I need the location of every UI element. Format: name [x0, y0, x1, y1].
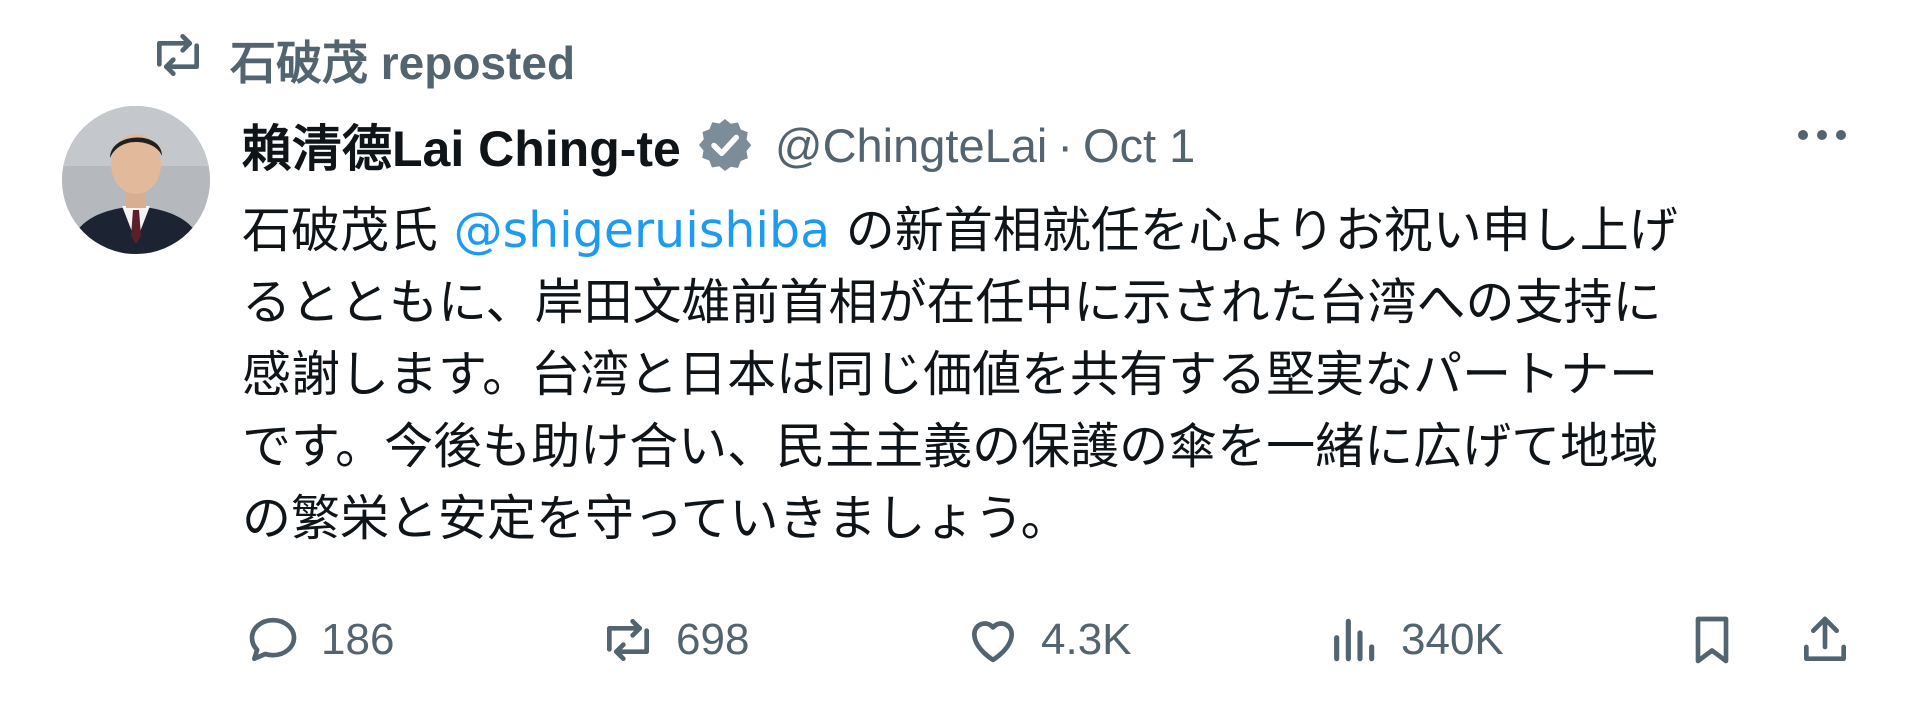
share-button[interactable]	[1797, 600, 1853, 680]
tweet-text-line-4: です。今後も助け合い、民主主義の保護の傘を一緒に広げて地域	[242, 418, 1659, 475]
tweet-card[interactable]: 石破茂 reposted 賴清德Lai Ching-te @ChingteLai…	[0, 0, 1920, 715]
reply-icon	[249, 617, 297, 661]
verified-badge-icon	[698, 119, 752, 171]
like-count: 4.3K	[1041, 615, 1132, 664]
avatar[interactable]	[62, 106, 210, 254]
tweet-text-line-5: の繁栄と安定を守っていきましょう。	[242, 490, 1070, 547]
repost-button[interactable]: 698	[600, 600, 749, 680]
reply-count: 186	[321, 615, 395, 664]
bookmark-button[interactable]	[1684, 600, 1740, 680]
like-button[interactable]: 4.3K	[965, 600, 1132, 680]
tweet-text-line-1: 石破茂氏 @shigeruishiba の新首相就任を心よりお祝い申し上げ	[242, 202, 1678, 259]
tweet-text-line-3: 感謝します。台湾と日本は同じ価値を共有する堅実なパートナー	[242, 346, 1659, 403]
action-bar: 186 698 4.3K 340K	[0, 600, 1920, 680]
views-button[interactable]: 340K	[1325, 600, 1504, 680]
heart-icon	[971, 621, 1015, 663]
more-options-icon[interactable]	[1798, 130, 1846, 140]
repost-icon	[607, 619, 649, 661]
author-name[interactable]: 賴清德Lai Ching-te	[242, 109, 681, 181]
views-count: 340K	[1401, 615, 1504, 664]
tweet-text: 石破茂氏 @shigeruishiba の新首相就任を心よりお祝い申し上げ ると…	[242, 195, 1862, 555]
reply-button[interactable]: 186	[245, 600, 394, 680]
tweet-date[interactable]: Oct 1	[1083, 118, 1195, 173]
repost-indicator: 石破茂 reposted	[150, 30, 575, 90]
views-icon	[1334, 618, 1375, 662]
share-icon	[1804, 616, 1846, 661]
repost-icon	[150, 27, 206, 94]
mention-link[interactable]: @shigeruishiba	[454, 202, 831, 259]
tweet-header: 賴清德Lai Ching-te @ChingteLai · Oct 1	[242, 110, 1195, 180]
author-handle[interactable]: @ChingteLai	[775, 118, 1047, 173]
repost-label[interactable]: 石破茂 reposted	[230, 27, 575, 93]
bookmark-icon	[1695, 616, 1729, 664]
header-separator: ·	[1057, 118, 1073, 172]
tweet-text-line-2: るとともに、岸田文雄前首相が在任中に示された台湾への支持に	[242, 274, 1662, 331]
repost-count: 698	[676, 615, 750, 664]
